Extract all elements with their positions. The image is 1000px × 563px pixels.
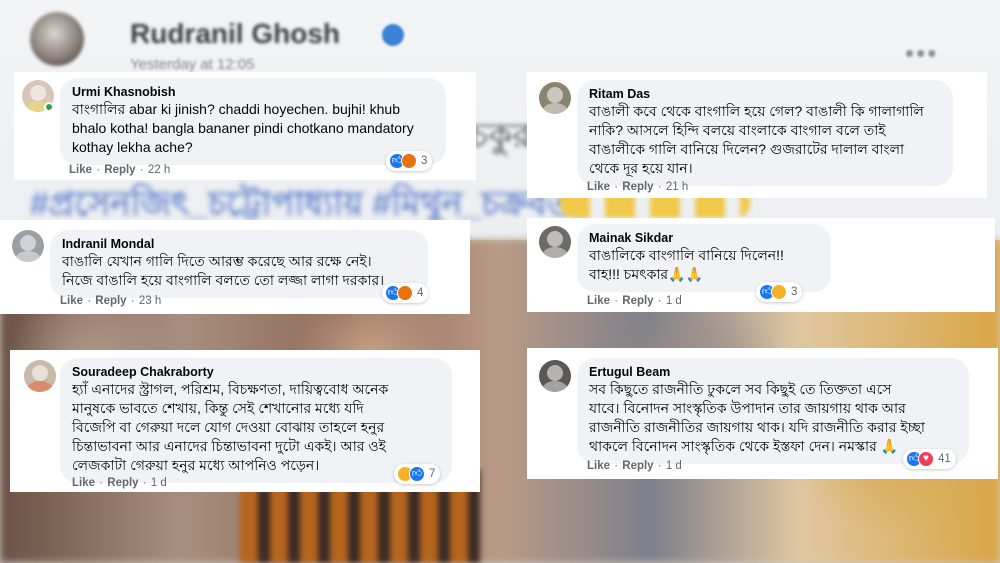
reaction-summary[interactable]: 👍︎ 3 <box>386 151 433 171</box>
comment-bubble: Urmi Khasnobish বাংগালির abar ki jinish?… <box>60 78 446 165</box>
comment-bubble: Souradeep Chakraborty হ্যাঁ এনাদের স্ট্র… <box>60 358 452 483</box>
comment-card: Souradeep Chakraborty হ্যাঁ এনাদের স্ট্র… <box>10 350 480 492</box>
reaction-summary[interactable]: 👍︎ 4 <box>382 283 429 303</box>
comment-author[interactable]: Mainak Sikdar <box>589 230 819 246</box>
comment-text: বাঙালী কবে থেকে বাংগালি হয়ে গেল? বাঙালী… <box>589 103 924 176</box>
comment-card: Urmi Khasnobish বাংগালির abar ki jinish?… <box>14 72 476 180</box>
comment-time[interactable]: 23 h <box>139 295 161 307</box>
reaction-summary[interactable]: 👍︎ ♥ 41 <box>903 449 956 469</box>
avatar[interactable] <box>24 360 56 392</box>
comment-author[interactable]: Souradeep Chakraborty <box>72 364 440 380</box>
reaction-count: 3 <box>421 155 428 167</box>
comment-author[interactable]: Indranil Mondal <box>62 236 416 252</box>
comment-bubble: Indranil Mondal বাঙালি যেখান গালি দিতে আ… <box>50 230 428 298</box>
like-link[interactable]: Like <box>587 295 610 307</box>
like-icon: 👍︎ <box>409 466 425 482</box>
comment-actions: Like · Reply · 1 d <box>587 295 682 307</box>
more-options-icon: ••• <box>905 38 939 68</box>
like-link[interactable]: Like <box>587 460 610 472</box>
post-header: Rudranil Ghosh Yesterday at 12:05 <box>30 8 650 73</box>
like-link[interactable]: Like <box>72 477 95 489</box>
reaction-count: 41 <box>938 453 951 465</box>
comment-text: বাংগালির abar ki jinish? chaddi hoyechen… <box>72 101 414 155</box>
avatar[interactable] <box>539 82 571 114</box>
reply-link[interactable]: Reply <box>95 295 126 307</box>
comment-time[interactable]: 1 d <box>151 477 167 489</box>
comment-time[interactable]: 1 d <box>666 295 682 307</box>
avatar[interactable] <box>539 226 571 258</box>
comment-text: সব কিছুতে রাজনীতি ঢুকলে সব কিছুই তে তিক্… <box>589 381 925 454</box>
reaction-count: 7 <box>429 468 436 480</box>
comment-actions: Like · Reply · 1 d <box>72 477 167 489</box>
reaction-count: 3 <box>791 286 798 298</box>
comment-bubble: Ritam Das বাঙালী কবে থেকে বাংগালি হয়ে গ… <box>577 80 953 186</box>
love-icon: ♥ <box>918 451 934 467</box>
comment-text: বাঙালিকে বাংগালি বানিয়ে দিলেন!! বাহ!!! … <box>589 247 784 282</box>
comment-actions: Like · Reply · 22 h <box>69 164 171 176</box>
comment-time[interactable]: 22 h <box>148 164 170 176</box>
reaction-count: 4 <box>417 287 424 299</box>
comment-actions: Like · Reply · 21 h <box>587 181 689 193</box>
avatar[interactable] <box>539 360 571 392</box>
comment-card: Ertugul Beam সব কিছুতে রাজনীতি ঢুকলে সব … <box>527 348 998 479</box>
comment-card: Indranil Mondal বাঙালি যেখান গালি দিতে আ… <box>0 220 470 314</box>
reply-link[interactable]: Reply <box>107 477 138 489</box>
comment-card: Ritam Das বাঙালী কবে থেকে বাংগালি হয়ে গ… <box>527 72 987 198</box>
reaction-summary[interactable]: 👍︎ 3 <box>756 282 803 302</box>
comment-author[interactable]: Urmi Khasnobish <box>72 84 434 100</box>
comment-text: হ্যাঁ এনাদের স্ট্রাগল, পরিশ্রম, বিচক্ষণত… <box>72 381 389 473</box>
haha-icon <box>771 284 787 300</box>
comment-time[interactable]: 1 d <box>666 460 682 472</box>
online-status-icon <box>44 102 54 112</box>
profile-name: Rudranil Ghosh <box>130 18 340 49</box>
reply-link[interactable]: Reply <box>622 460 653 472</box>
reply-link[interactable]: Reply <box>622 181 653 193</box>
reply-link[interactable]: Reply <box>104 164 135 176</box>
reaction-summary[interactable]: 👍︎ 7 <box>394 464 441 484</box>
angry-icon <box>397 285 413 301</box>
avatar[interactable] <box>12 230 44 262</box>
comment-card: Mainak Sikdar বাঙালিকে বাংগালি বানিয়ে দ… <box>527 218 995 312</box>
reply-link[interactable]: Reply <box>622 295 653 307</box>
angry-icon <box>401 153 417 169</box>
comment-text: বাঙালি যেখান গালি দিতে আরম্ভ করেছে আর রক… <box>62 253 385 288</box>
comment-author[interactable]: Ertugul Beam <box>589 364 957 380</box>
like-link[interactable]: Like <box>60 295 83 307</box>
comment-actions: Like · Reply · 1 d <box>587 460 682 472</box>
post-timestamp: Yesterday at 12:05 <box>130 56 255 73</box>
like-link[interactable]: Like <box>69 164 92 176</box>
verified-badge-icon <box>382 24 404 46</box>
comment-author[interactable]: Ritam Das <box>589 86 941 102</box>
profile-avatar <box>30 12 84 66</box>
like-link[interactable]: Like <box>587 181 610 193</box>
comment-actions: Like · Reply · 23 h <box>60 295 162 307</box>
comment-bubble: Ertugul Beam সব কিছুতে রাজনীতি ঢুকলে সব … <box>577 358 969 464</box>
comment-time[interactable]: 21 h <box>666 181 688 193</box>
